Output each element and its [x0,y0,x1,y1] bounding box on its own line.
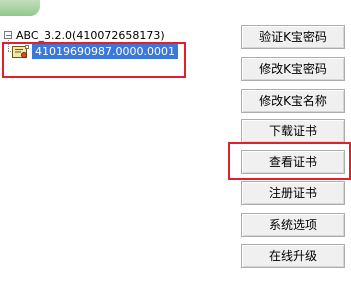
online-upgrade-button[interactable]: 在线升级 [241,244,345,268]
usbkey-manager-window: − ABC_3.2.0(410072658173) 41019690987.00… [0,0,351,281]
register-certificate-button[interactable]: 注册证书 [241,181,345,205]
tree-root-label: ABC_3.2.0(410072658173) [16,28,165,42]
download-certificate-button[interactable]: 下载证书 [241,119,345,143]
rename-kbao-button[interactable]: 修改K宝名称 [241,89,345,113]
change-kbao-password-button[interactable]: 修改K宝密码 [241,57,345,81]
tree-root-node[interactable]: − ABC_3.2.0(410072658173) [4,28,165,42]
verify-kbao-password-button[interactable]: 验证K宝密码 [241,25,345,49]
highlight-box-view-certificate [228,142,351,180]
highlight-box-certificate [2,42,186,78]
system-options-button[interactable]: 系统选项 [241,213,345,237]
app-logo-fragment [0,0,40,16]
collapse-icon[interactable]: − [4,31,12,40]
action-button-column: 验证K宝密码 修改K宝密码 修改K宝名称 下载证书 查看证书 注册证书 系统选项… [241,0,351,281]
